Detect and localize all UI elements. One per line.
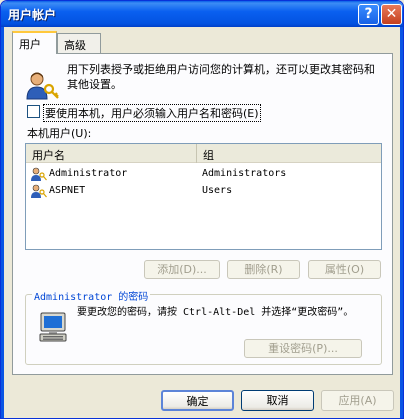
add-user-button[interactable]: 添加(D)... [144, 260, 220, 279]
user-accounts-dialog: 用户帐户 ? ✕ 用户 高级 用下列表授予或拒绝用户访问您的计算机，还可以更改其… [0, 0, 404, 419]
user-name: Administrator [49, 168, 128, 179]
window-title: 用户帐户 [8, 8, 57, 22]
user-icon [31, 184, 47, 198]
require-login-label[interactable]: 要使用本机，用户必须输入用户名和密码(E) [43, 104, 261, 122]
user-group: Administrators [202, 168, 287, 179]
reset-password-button[interactable]: 重设密码(P)... [244, 339, 362, 358]
help-button[interactable]: ? [358, 4, 379, 25]
delete-user-button[interactable]: 删除(R) [227, 260, 300, 279]
password-instructions: 要更改您的密码，请按 Ctrl-Alt-Del 并选择“更改密码”。 [77, 307, 354, 318]
computer-icon [39, 312, 67, 342]
title-bar[interactable]: 用户帐户 ? ✕ [1, 1, 403, 27]
close-button[interactable]: ✕ [381, 4, 402, 25]
window-frame-left [1, 27, 4, 418]
users-listview[interactable]: 用户名 组 Administrator Administrators ASPNE… [25, 143, 382, 250]
apply-button[interactable]: 应用(A) [321, 390, 394, 411]
user-group: Users [202, 185, 233, 196]
user-row-aspnet[interactable]: ASPNET Users [26, 183, 381, 200]
intro-description: 用下列表授予或拒绝用户访问您的计算机，还可以更改其密码和其他设置。 [67, 63, 375, 91]
cancel-button[interactable]: 取消 [241, 390, 314, 411]
password-group-title: Administrator 的密码 [32, 288, 151, 303]
column-header-username[interactable]: 用户名 [26, 144, 197, 163]
ok-button[interactable]: 确定 [161, 390, 234, 411]
window-frame-right [400, 27, 403, 418]
list-header: 用户名 组 [26, 144, 381, 163]
tab-advanced[interactable]: 高级 [57, 33, 101, 53]
user-name: ASPNET [49, 185, 86, 196]
users-list-label: 本机用户(U): [27, 127, 92, 140]
user-row-administrator[interactable]: Administrator Administrators [26, 166, 381, 183]
users-keys-icon [26, 72, 59, 100]
properties-button[interactable]: 属性(O) [308, 260, 381, 279]
require-login-checkbox[interactable] [27, 105, 40, 118]
tab-users[interactable]: 用户 [12, 31, 57, 54]
user-icon [31, 167, 47, 181]
column-header-group[interactable]: 组 [197, 144, 381, 163]
